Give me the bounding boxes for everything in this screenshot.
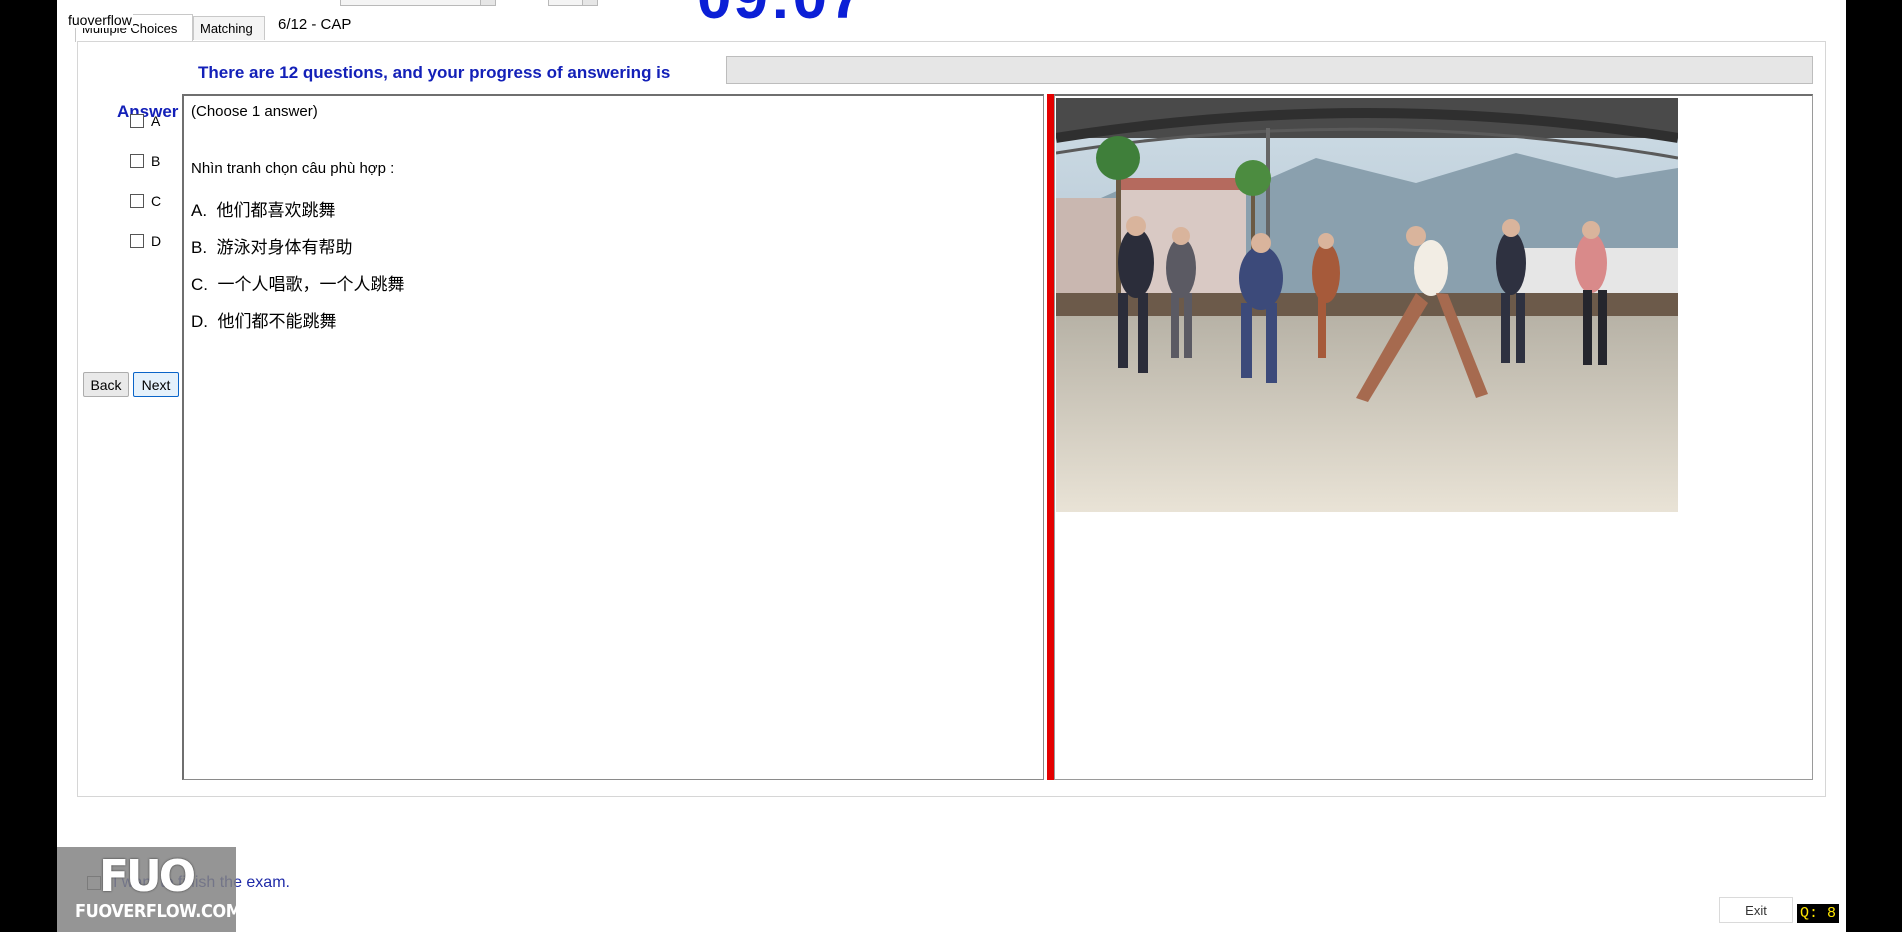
option-label: D xyxy=(151,233,162,249)
question-text-panel[interactable]: (Choose 1 answer) Nhìn tranh chọn câu ph… xyxy=(182,94,1044,780)
exam-window: 09:07 Multiple Choices Matching fuoverfl… xyxy=(57,0,1846,932)
choice-b: B. 游泳对身体有帮助 xyxy=(191,233,353,258)
top-spin-box[interactable] xyxy=(548,0,598,6)
tab-matching[interactable]: Matching xyxy=(193,16,265,40)
answer-option-b[interactable]: B xyxy=(130,153,160,169)
question-prompt: Nhìn tranh chọn câu phù hợp : xyxy=(191,160,395,177)
choice-letter: C. xyxy=(191,275,208,294)
checkbox[interactable] xyxy=(130,114,144,128)
progress-label: There are 12 questions, and your progres… xyxy=(198,63,671,82)
checkbox[interactable] xyxy=(130,234,144,248)
watermark-text: FUOVERFLOW.COM xyxy=(75,901,242,922)
answer-option-d[interactable]: D xyxy=(130,233,161,249)
back-button[interactable]: Back xyxy=(83,372,129,397)
question-badge: Q: 8 xyxy=(1797,904,1840,923)
choice-c: C. 一个人唱歌，一个人跳舞 xyxy=(191,270,404,295)
choice-text: 他们都不能跳舞 xyxy=(217,312,337,331)
checkbox[interactable] xyxy=(130,194,144,208)
choice-d: D. 他们都不能跳舞 xyxy=(191,307,336,332)
exit-button[interactable]: Exit xyxy=(1719,897,1793,923)
tab-label: Matching xyxy=(200,21,253,36)
checkbox[interactable] xyxy=(130,154,144,168)
option-label: A xyxy=(151,113,161,129)
top-combo-box[interactable] xyxy=(340,0,496,6)
app-brand: fuoverflow xyxy=(67,12,133,28)
option-label: C xyxy=(151,193,162,209)
option-label: B xyxy=(151,153,161,169)
answer-option-a[interactable]: A xyxy=(130,113,160,129)
choice-text: 一个人唱歌，一个人跳舞 xyxy=(217,275,405,294)
next-button[interactable]: Next xyxy=(133,372,179,397)
question-image-panel xyxy=(1054,94,1813,780)
choice-letter: D. xyxy=(191,312,208,331)
choice-text: 游泳对身体有帮助 xyxy=(216,238,353,257)
dance-group-photo xyxy=(1056,98,1678,512)
spin-arrow-icon[interactable] xyxy=(582,0,597,5)
question-counter: 6/12 - CAP xyxy=(278,16,352,33)
choice-a: A. 他们都喜欢跳舞 xyxy=(191,196,336,221)
choice-letter: A. xyxy=(191,201,208,220)
question-instruction: (Choose 1 answer) xyxy=(191,103,318,120)
progress-bar xyxy=(726,56,1813,84)
panel-splitter[interactable] xyxy=(1047,94,1054,780)
choice-letter: B. xyxy=(191,238,208,257)
answer-option-c[interactable]: C xyxy=(130,193,161,209)
fuo-logo: FUO xyxy=(99,851,196,902)
question-group: There are 12 questions, and your progres… xyxy=(77,41,1826,797)
chevron-down-icon[interactable] xyxy=(480,0,495,5)
countdown-timer: 09:07 xyxy=(697,0,866,33)
choice-text: 他们都喜欢跳舞 xyxy=(216,201,336,220)
watermark-logo: FUO FUOVERFLOW.COM xyxy=(57,847,242,932)
